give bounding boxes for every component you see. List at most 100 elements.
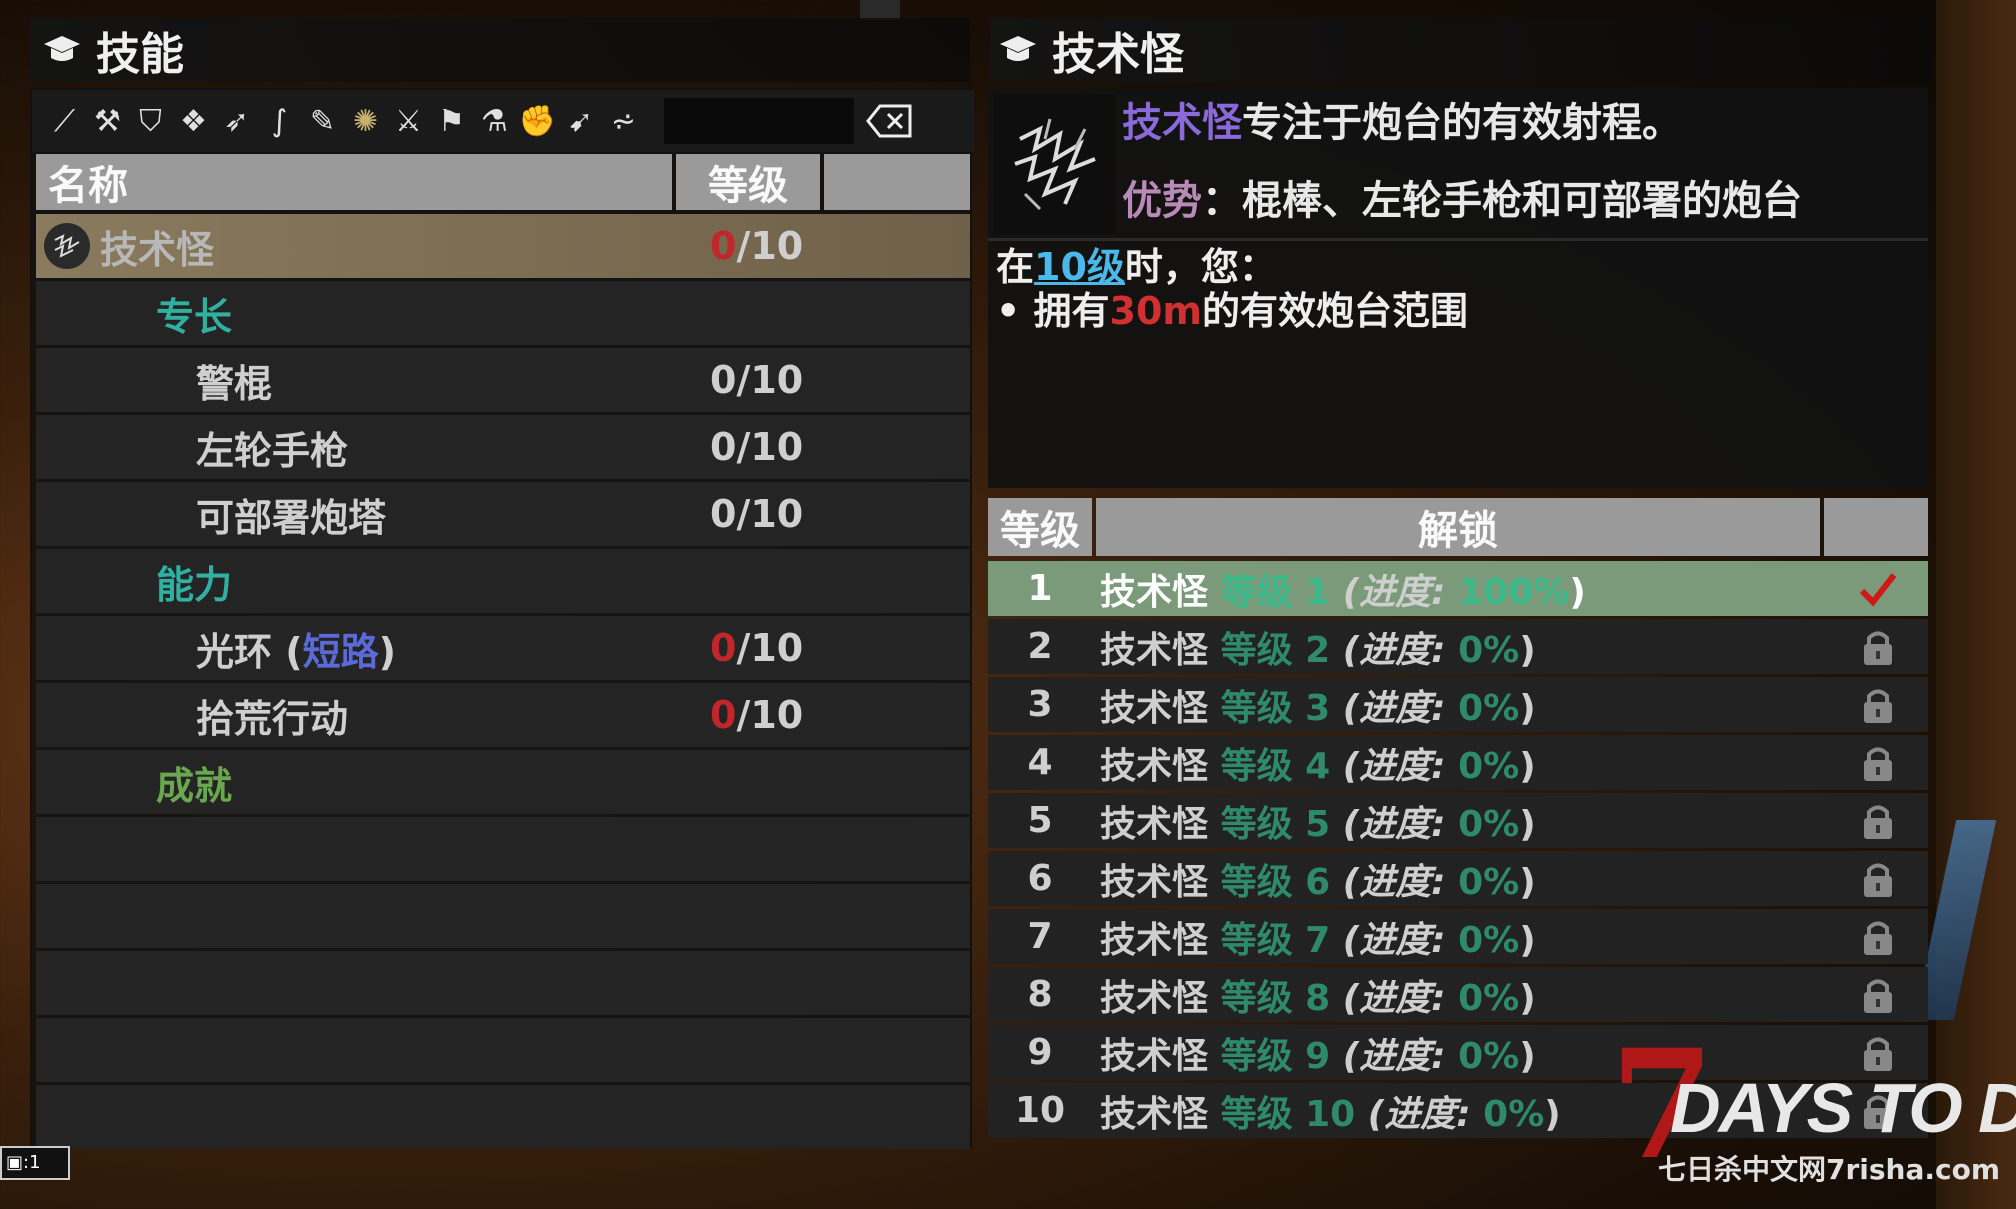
shield-icon[interactable]: ⛉ [132, 101, 169, 141]
unlock-name: 技术怪 等级 9 (进度: 0%) [1100, 1035, 1536, 1077]
skills-panel: ⟋ ⚒ ⛉ ❖ ➶ ∫ ✎ ✺ ⚔ ⚑ ⚗ ✊ ➹ ⩫ 名称 等级 技术怪 0/10 专长 警棍 0/10 左轮手枪… [30, 88, 974, 1149]
tech-fiend-lightning-icon [44, 223, 90, 269]
empty-row [36, 951, 970, 1015]
detail-header: 技术怪 [990, 18, 1930, 82]
skill-row[interactable]: 左轮手枪 0/10 [36, 415, 970, 479]
unlock-level-number: 3 [1027, 684, 1053, 725]
unlock-row[interactable]: 2 技术怪 等级 2 (进度: 0%) [988, 619, 1928, 674]
skill-level: 0/10 [710, 626, 804, 670]
skill-level: 0/10 [710, 358, 804, 402]
armor-icon[interactable]: ❖ [175, 101, 212, 141]
unlock-name: 技术怪 等级 10 (进度: 0%) [1100, 1093, 1561, 1135]
skills-title: 技能 [96, 29, 184, 80]
unlock-level-number: 1 [1027, 568, 1053, 609]
club-icon[interactable]: ⚑ [433, 101, 470, 141]
skill-name: 技术怪 [100, 227, 215, 272]
skill-category-row[interactable]: 专长 [36, 281, 970, 345]
skill-name: 可部署炮塔 [196, 495, 387, 540]
unlock-column-level: 等级 [988, 498, 1092, 556]
unlock-level-number: 6 [1027, 858, 1053, 899]
skill-filter-bar: ⟋ ⚒ ⛉ ❖ ➶ ∫ ✎ ✺ ⚔ ⚑ ⚗ ✊ ➹ ⩫ [32, 90, 974, 152]
unlock-row[interactable]: 7 技术怪 等级 7 (进度: 0%) [988, 909, 1928, 964]
unlock-name: 技术怪 等级 2 (进度: 0%) [1100, 629, 1536, 671]
unlock-name: 技术怪 等级 6 (进度: 0%) [1100, 861, 1536, 903]
graduation-cap-icon [38, 26, 86, 74]
corner-counter: ▣:1 [0, 1146, 70, 1180]
lock-icon [1858, 624, 1898, 670]
hammer-icon[interactable]: ⚒ [89, 101, 126, 141]
shotgun-icon[interactable]: ⚗ [476, 101, 513, 141]
unlock-row[interactable]: 1 技术怪 等级 1 (进度: 100%) [988, 561, 1928, 616]
search-input[interactable] [664, 98, 854, 144]
explosives-icon[interactable]: ⩫ [605, 101, 642, 141]
skill-category-row[interactable]: 能力 [36, 549, 970, 613]
unlock-level-number: 4 [1027, 742, 1053, 783]
clear-search-icon[interactable] [864, 101, 914, 141]
column-header-level[interactable]: 等级 [676, 154, 820, 210]
skill-strength: 优势：棍棒、左轮手枪和可部署的炮台 [1122, 178, 1802, 224]
skill-row[interactable]: 警棍 0/10 [36, 348, 970, 412]
background-wall [1936, 0, 2016, 1209]
bow-icon[interactable]: ➶ [218, 101, 255, 141]
category-label: 能力 [156, 562, 233, 607]
unlock-name: 技术怪 等级 7 (进度: 0%) [1100, 919, 1536, 961]
unlock-level-number: 8 [1027, 974, 1053, 1015]
lock-icon [1858, 740, 1898, 786]
unlock-column-extra [1824, 498, 1928, 556]
unlock-name: 技术怪 等级 1 (进度: 100%) [1100, 571, 1586, 613]
unlock-row[interactable]: 6 技术怪 等级 6 (进度: 0%) [988, 851, 1928, 906]
unlock-row[interactable]: 8 技术怪 等级 8 (进度: 0%) [988, 967, 1928, 1022]
lock-icon [1858, 798, 1898, 844]
tech-fiend-lightning-icon [994, 94, 1116, 234]
skill-level: 0/10 [710, 492, 804, 536]
lock-icon [1858, 856, 1898, 902]
unlock-level-number: 2 [1027, 626, 1053, 667]
skill-name: 左轮手枪 [196, 428, 349, 473]
unlock-level-number: 5 [1027, 800, 1053, 841]
background-lamp [860, 0, 900, 20]
skill-list: 技术怪 0/10 专长 警棍 0/10 左轮手枪 0/10 可部署炮塔 0/10 能力 光环 (短路… [36, 214, 970, 1152]
rifle-icon[interactable]: ➹ [562, 101, 599, 141]
unlock-level-number: 10 [1014, 1090, 1066, 1131]
game-logo: 7 DAYS TO DIE 七日杀中文网7risha.com [1610, 1017, 2016, 1193]
spear-icon[interactable]: ∫ [261, 101, 298, 141]
graduation-cap-icon [994, 26, 1042, 74]
unlock-name: 技术怪 等级 5 (进度: 0%) [1100, 803, 1536, 845]
all-skills-icon[interactable]: ⟋ [46, 101, 83, 141]
skill-row[interactable]: 拾荒行动 0/10 [36, 683, 970, 747]
fist-icon[interactable]: ✊ [519, 101, 556, 141]
lock-icon [1858, 914, 1898, 960]
skill-row[interactable]: 可部署炮塔 0/10 [36, 482, 970, 546]
lock-icon [1858, 682, 1898, 728]
detail-title: 技术怪 [1052, 29, 1184, 80]
skills-header: 技能 [30, 18, 970, 82]
lock-icon [1858, 972, 1898, 1018]
skill-description: 技术怪专注于炮台的有效射程。 [1122, 100, 1682, 146]
unlock-level-number: 9 [1027, 1032, 1053, 1073]
category-label: 成就 [156, 763, 233, 808]
category-label: 专长 [156, 294, 233, 339]
unlock-name: 技术怪 等级 3 (进度: 0%) [1100, 687, 1536, 729]
empty-row [36, 1018, 970, 1082]
empty-row [36, 817, 970, 881]
unlock-row[interactable]: 3 技术怪 等级 3 (进度: 0%) [988, 677, 1928, 732]
column-header-extra [824, 154, 970, 210]
level-effect-bullet: • 拥有30m的有效炮台范围 [996, 289, 1469, 333]
unlock-level-number: 7 [1027, 916, 1053, 957]
tech-fiend-icon[interactable]: ✺ [347, 101, 384, 141]
melee-icon[interactable]: ⚔ [390, 101, 427, 141]
unlock-row[interactable]: 5 技术怪 等级 5 (进度: 0%) [988, 793, 1928, 848]
skill-name: 光环 (短路) [196, 629, 396, 674]
unlock-name: 技术怪 等级 8 (进度: 0%) [1100, 977, 1536, 1019]
unlock-column-unlock: 解锁 [1096, 498, 1820, 556]
column-header-name[interactable]: 名称 [36, 154, 672, 210]
skill-row-selected[interactable]: 技术怪 0/10 [36, 214, 970, 278]
knife-icon[interactable]: ✎ [304, 101, 341, 141]
skill-category-row[interactable]: 成就 [36, 750, 970, 814]
corner-icon: ▣: [6, 1152, 30, 1173]
skill-name: 拾荒行动 [196, 696, 349, 741]
unlock-row[interactable]: 4 技术怪 等级 4 (进度: 0%) [988, 735, 1928, 790]
skill-name: 警棍 [196, 361, 273, 406]
skill-row[interactable]: 光环 (短路) 0/10 [36, 616, 970, 680]
skill-level: 0/10 [710, 693, 804, 737]
